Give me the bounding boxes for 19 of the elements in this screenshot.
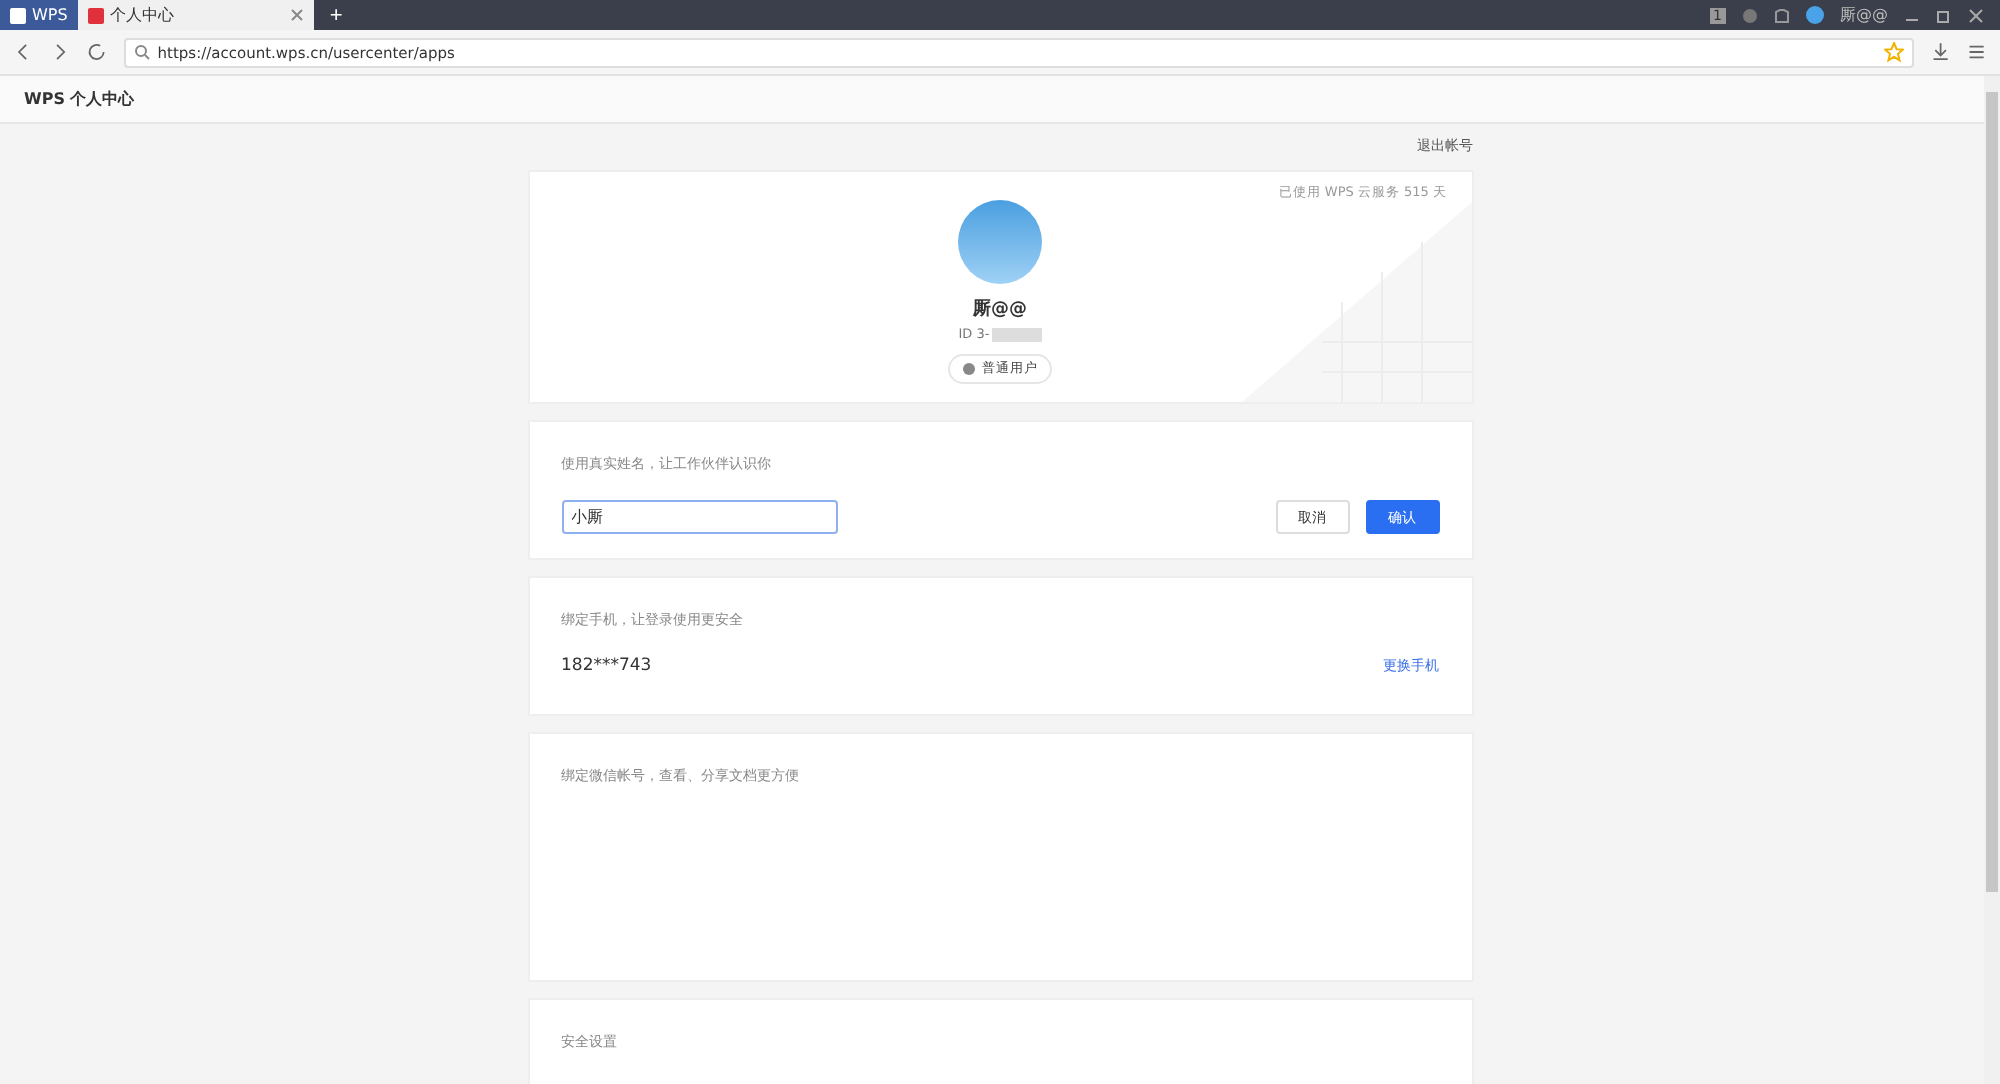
search-icon xyxy=(133,44,150,60)
user-avatar-icon[interactable] xyxy=(1806,6,1824,24)
reload-icon[interactable] xyxy=(86,40,108,64)
close-icon[interactable] xyxy=(1968,7,1984,23)
close-tab-icon[interactable] xyxy=(289,8,304,22)
avatar-placeholder xyxy=(958,200,1042,284)
profile-name: 厮@@ xyxy=(973,297,1027,322)
download-icon[interactable] xyxy=(1929,40,1951,64)
scrollbar[interactable] xyxy=(1984,76,2000,1084)
restore-icon[interactable] xyxy=(1936,7,1952,23)
phone-number: 182***743 xyxy=(561,656,652,676)
user-name[interactable]: 厮@@ xyxy=(1840,4,1888,26)
star-icon[interactable] xyxy=(1883,42,1904,62)
browser-tab[interactable]: WPS xyxy=(0,0,78,30)
new-tab-button[interactable]: + xyxy=(313,0,359,30)
name-input-field[interactable]: 小厮 xyxy=(561,500,837,534)
menu-icon[interactable] xyxy=(1966,40,1988,64)
blurred-id xyxy=(991,327,1042,341)
browser-tab[interactable]: 个人中心 xyxy=(77,0,314,30)
